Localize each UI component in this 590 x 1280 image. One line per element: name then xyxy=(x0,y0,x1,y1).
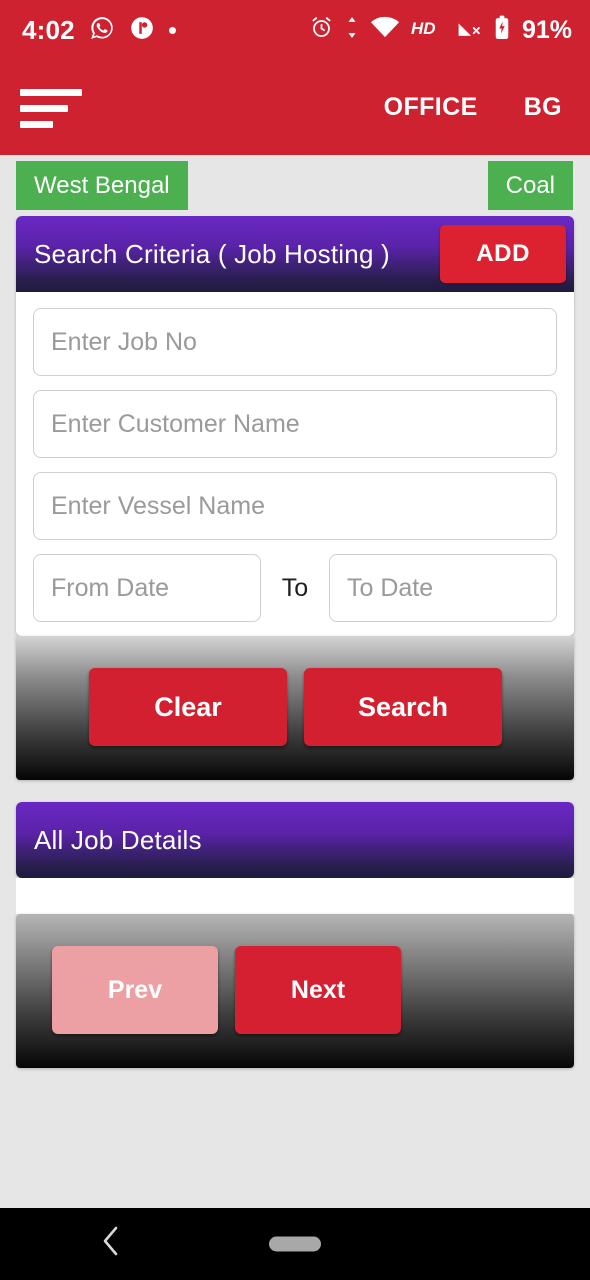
date-range-separator: To xyxy=(281,573,309,602)
hamburger-menu-icon[interactable] xyxy=(20,87,82,128)
battery-percentage: 91% xyxy=(521,15,572,44)
hamburger-line xyxy=(20,105,68,112)
hd-icon: HD xyxy=(411,17,445,44)
to-date-placeholder: To Date xyxy=(347,573,434,602)
to-date-field[interactable]: To Date xyxy=(329,554,557,622)
from-date-placeholder: From Date xyxy=(51,573,170,602)
branch-selector[interactable]: BG xyxy=(524,93,562,122)
system-navigation-bar xyxy=(0,1208,590,1280)
home-pill-indicator[interactable] xyxy=(269,1236,321,1252)
dot-icon xyxy=(168,26,176,34)
whatsapp-icon xyxy=(89,15,115,46)
status-bar-clock: 4:02 xyxy=(22,14,75,45)
date-range-row: From Date To To Date xyxy=(33,554,557,622)
svg-text:HD: HD xyxy=(411,19,436,38)
job-no-field[interactable]: Enter Job No xyxy=(33,308,557,376)
job-no-placeholder: Enter Job No xyxy=(51,327,197,356)
clear-button[interactable]: Clear xyxy=(89,668,287,746)
next-page-button[interactable]: Next xyxy=(235,946,401,1034)
signal-off-icon xyxy=(456,15,482,45)
customer-name-field[interactable]: Enter Customer Name xyxy=(33,390,557,458)
page-title: Search Criteria ( Job Hosting ) xyxy=(34,238,390,269)
from-date-field[interactable]: From Date xyxy=(33,554,261,622)
data-transfer-icon xyxy=(345,15,359,45)
app-bar-actions: OFFICE BG xyxy=(384,93,562,122)
results-title: All Job Details xyxy=(34,824,202,855)
hamburger-line xyxy=(20,89,82,96)
status-bar-left: 4:02 xyxy=(22,15,176,46)
svg-text:4: 4 xyxy=(393,26,398,36)
context-chips-row: West Bengal Coal xyxy=(0,155,590,216)
customer-name-placeholder: Enter Customer Name xyxy=(51,409,300,438)
prev-page-button[interactable]: Prev xyxy=(52,946,218,1034)
vessel-name-field[interactable]: Enter Vessel Name xyxy=(33,472,557,540)
results-empty-area xyxy=(16,878,574,914)
chip-state[interactable]: West Bengal xyxy=(16,161,188,210)
app-badge-icon xyxy=(129,15,155,46)
search-criteria-body: Enter Job No Enter Customer Name Enter V… xyxy=(16,292,574,636)
search-actions-bar: Clear Search xyxy=(16,636,574,780)
wifi-icon: 4 xyxy=(370,15,400,45)
search-criteria-header: Search Criteria ( Job Hosting ) ADD xyxy=(16,216,574,292)
vessel-name-placeholder: Enter Vessel Name xyxy=(51,491,265,520)
office-selector[interactable]: OFFICE xyxy=(384,93,478,122)
status-bar: 4:02 4 HD 91% xyxy=(0,0,590,60)
chevron-left-icon[interactable] xyxy=(100,1224,122,1264)
search-button[interactable]: Search xyxy=(304,668,502,746)
alarm-icon xyxy=(309,15,334,45)
chip-commodity[interactable]: Coal xyxy=(487,161,573,210)
all-job-details-card: All Job Details xyxy=(16,802,574,878)
all-job-details-header: All Job Details xyxy=(16,802,574,878)
pagination-bar: Prev Next xyxy=(16,914,574,1068)
hamburger-line xyxy=(20,121,53,128)
status-bar-right: 4 HD 91% xyxy=(309,15,572,45)
app-bar: OFFICE BG xyxy=(0,60,590,155)
battery-icon xyxy=(493,15,511,45)
search-criteria-card: Search Criteria ( Job Hosting ) ADD Ente… xyxy=(16,216,574,636)
add-button[interactable]: ADD xyxy=(440,225,566,283)
